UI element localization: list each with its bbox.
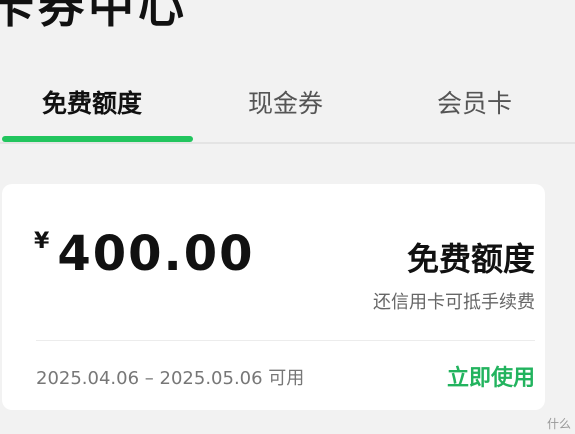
page-title: 卡券中心 [0,0,188,33]
validity-period: 2025.04.06 – 2025.05.06 可用 [36,368,305,389]
amount-value: 400.00 [57,226,255,282]
watermark: 什么 [546,417,571,431]
card-description: 还信用卡可抵手续费 [373,292,535,313]
tab-cash-coupon[interactable]: 现金券 [248,84,323,120]
tab-free-quota[interactable]: 免费额度 [42,84,142,120]
free-quota-card: ¥400.00 免费额度 还信用卡可抵手续费 2025.04.06 – 2025… [2,184,545,410]
use-now-button[interactable]: 立即使用 [447,360,535,392]
currency-symbol: ¥ [34,229,50,254]
card-divider [36,340,535,341]
tab-membership-card[interactable]: 会员卡 [437,84,512,120]
active-tab-indicator [2,136,193,142]
card-title: 免费额度 [406,240,535,278]
quota-amount: ¥400.00 [34,226,255,282]
tab-bar: 免费额度 现金券 会员卡 [0,62,575,144]
